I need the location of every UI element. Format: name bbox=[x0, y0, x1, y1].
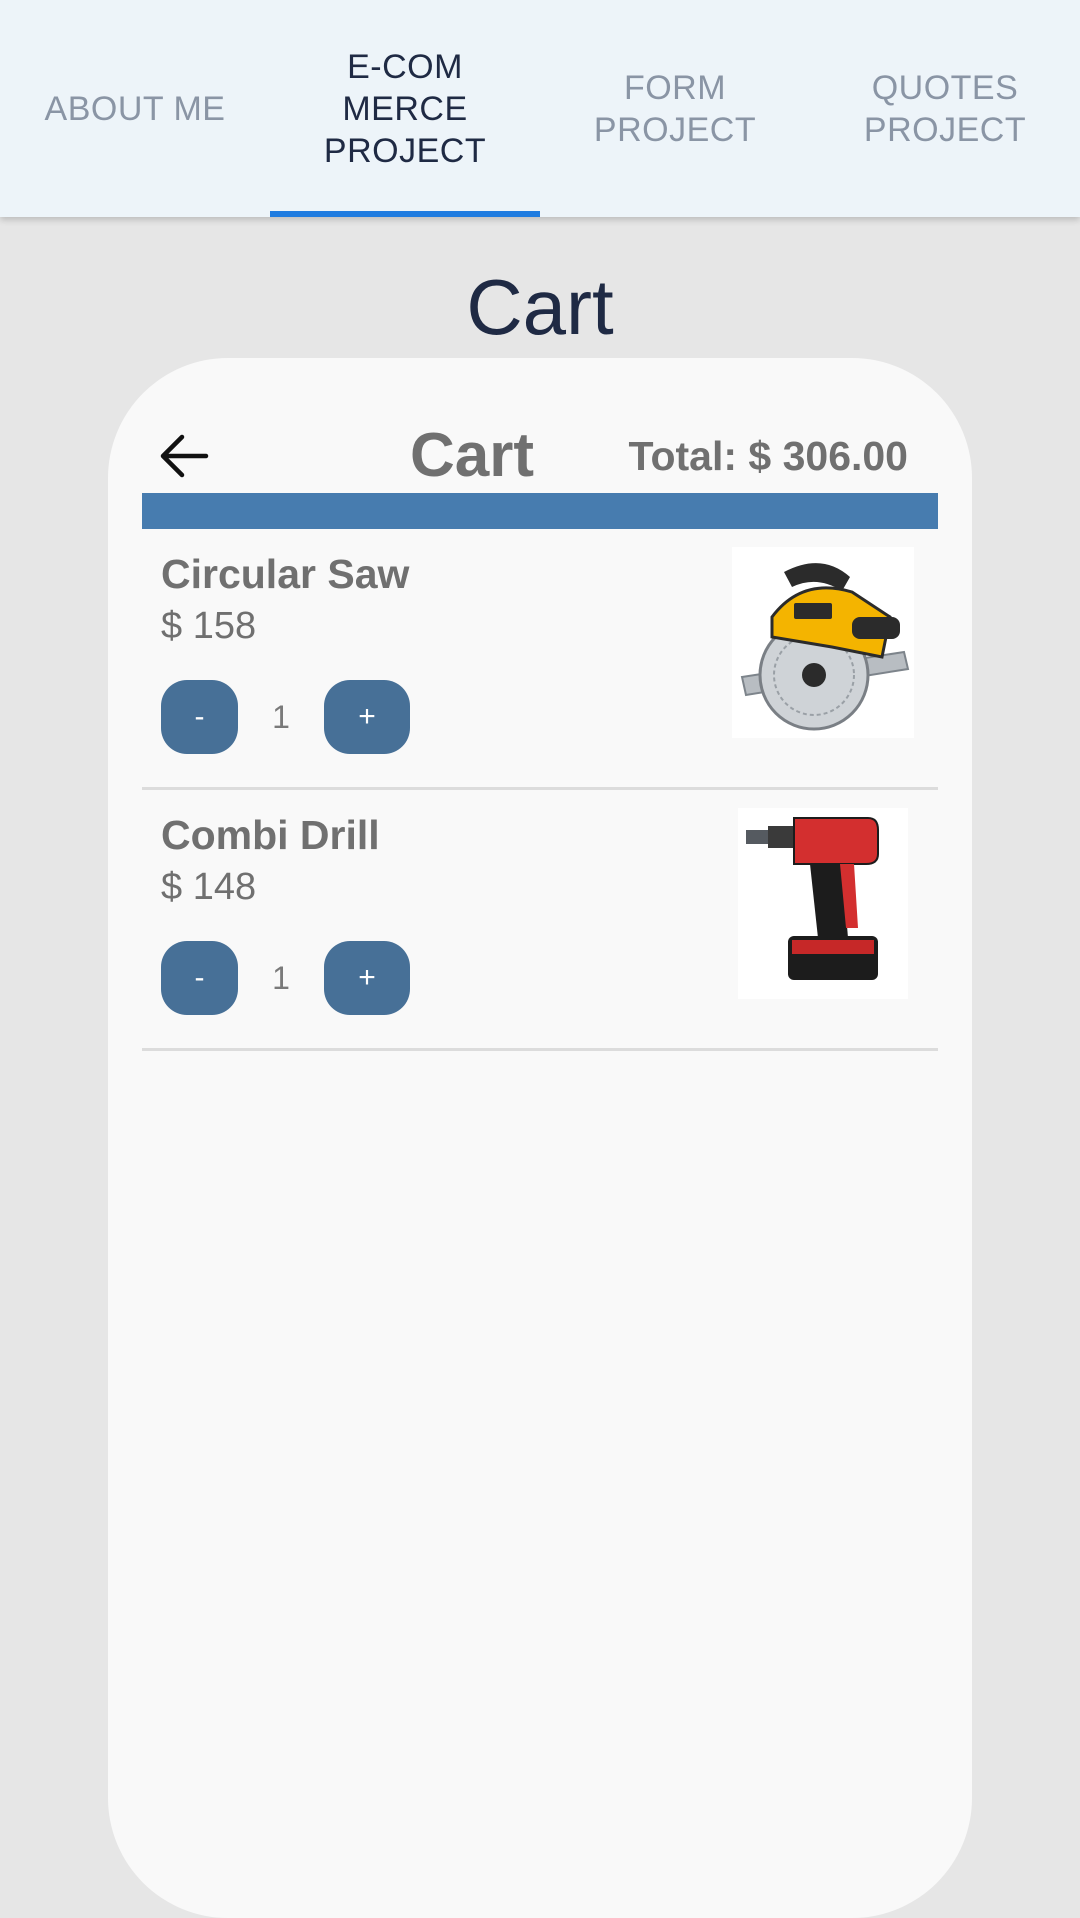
increase-quantity-button[interactable]: + bbox=[324, 941, 410, 1015]
tab-label: QUOTES PROJECT bbox=[863, 68, 1027, 149]
tab-about-me[interactable]: ABOUT ME bbox=[0, 0, 270, 217]
cart-item: Combi Drill $ 148 - 1 + bbox=[142, 790, 938, 1051]
item-quantity: 1 bbox=[272, 959, 290, 996]
tab-label: ABOUT ME bbox=[44, 89, 226, 128]
decrease-quantity-button[interactable]: - bbox=[161, 680, 238, 754]
increase-quantity-button[interactable]: + bbox=[324, 680, 410, 754]
tab-form-project[interactable]: FORM PROJECT bbox=[540, 0, 810, 217]
item-name: Combi Drill bbox=[161, 812, 380, 858]
decrease-quantity-button[interactable]: - bbox=[161, 941, 238, 1015]
cart-header: Cart Total: $ 306.00 bbox=[142, 416, 938, 496]
active-tab-indicator bbox=[270, 211, 540, 217]
tab-label: FORM PROJECT bbox=[593, 68, 757, 149]
cart-total: Total: $ 306.00 bbox=[628, 433, 908, 479]
tab-quotes-project[interactable]: QUOTES PROJECT bbox=[810, 0, 1080, 217]
tab-ecommerce-project[interactable]: E-COM MERCE PROJECT bbox=[270, 0, 540, 217]
cart-item: Circular Saw $ 158 - 1 + bbox=[142, 529, 938, 790]
item-name: Circular Saw bbox=[161, 551, 410, 597]
top-tab-bar: ABOUT ME E-COM MERCE PROJECT FORM PROJEC… bbox=[0, 0, 1080, 217]
page-title: Cart bbox=[466, 263, 614, 351]
cordless-drill-image bbox=[738, 808, 908, 999]
circular-saw-image bbox=[732, 547, 914, 738]
item-price: $ 148 bbox=[161, 866, 257, 908]
tab-label: E-COM MERCE PROJECT bbox=[323, 47, 487, 170]
item-quantity: 1 bbox=[272, 698, 290, 735]
phone-preview-card: Cart Total: $ 306.00 Circular Saw $ 158 … bbox=[108, 358, 972, 1918]
item-price: $ 158 bbox=[161, 605, 257, 647]
cart-item-list: Circular Saw $ 158 - 1 + Combi Drill $ 1… bbox=[142, 529, 938, 1051]
header-divider-bar bbox=[142, 493, 938, 529]
